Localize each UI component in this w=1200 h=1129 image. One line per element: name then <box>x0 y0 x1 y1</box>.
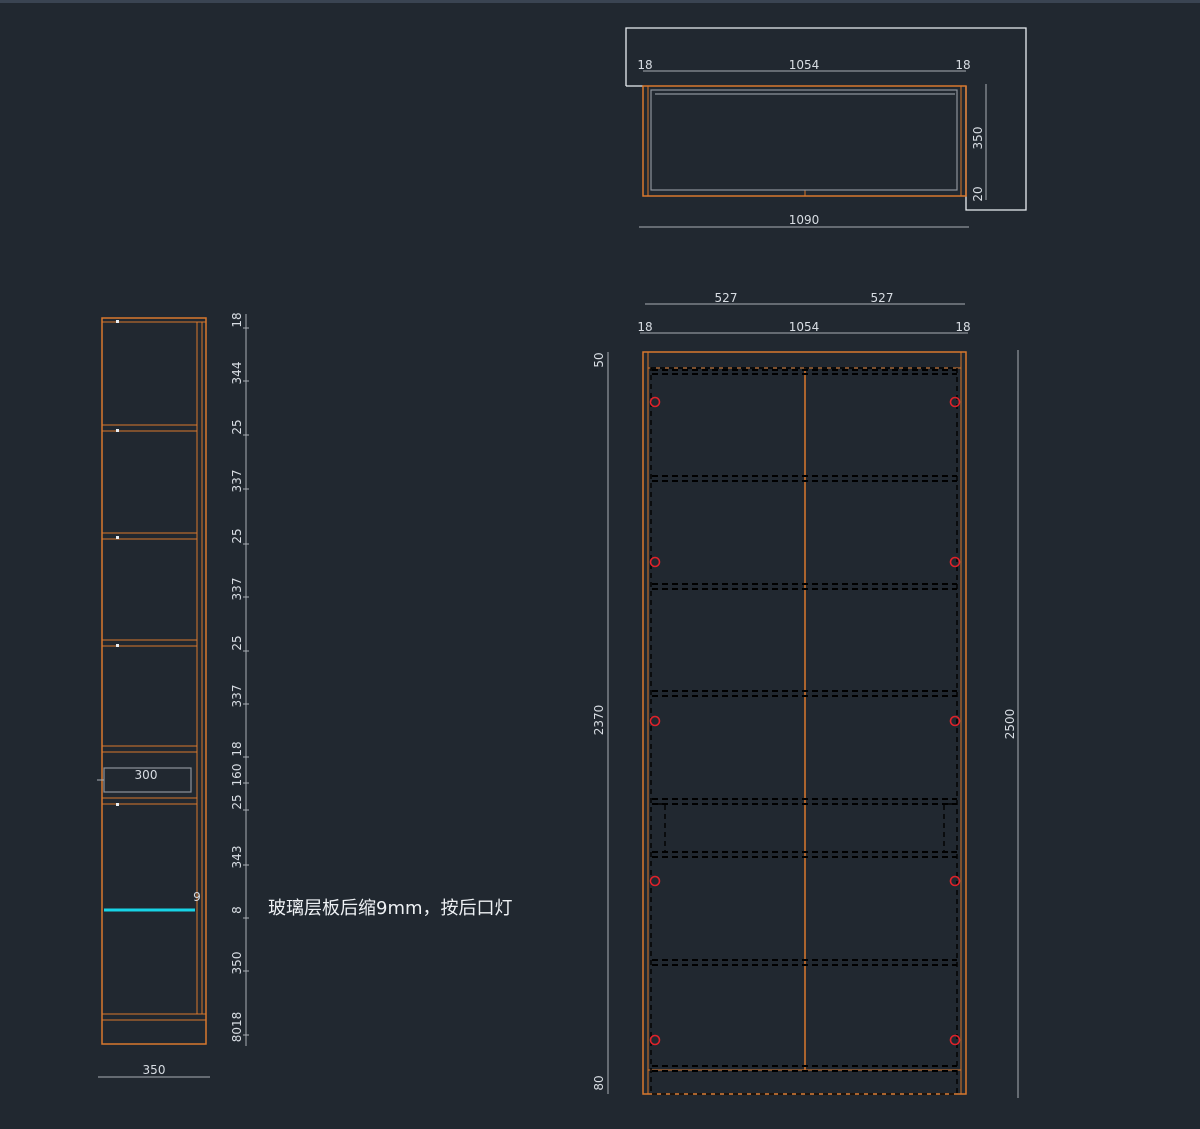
side-shelf <box>101 745 198 753</box>
side-dim-drawer-depth: 300 <box>135 768 158 782</box>
side-dim-glass-setback: 9 <box>193 890 201 904</box>
hinge-icon <box>949 396 961 408</box>
side-vertical-dim-label: 25 <box>230 419 244 434</box>
front-dim-door-height: 2370 <box>592 705 606 736</box>
side-dim-width: 350 <box>143 1063 166 1077</box>
shelf-pin-icon <box>116 644 119 647</box>
side-shelves <box>101 424 207 1021</box>
plan-dim-right-panel: 18 <box>955 58 970 72</box>
shelf-pin-icon <box>116 320 119 323</box>
front-dim-plinth: 80 <box>592 1075 606 1090</box>
side-vertical-dim-label: 18 <box>230 741 244 756</box>
front-dim-total-height: 2500 <box>1003 709 1017 740</box>
hinge-icon <box>949 715 961 727</box>
side-vertical-dim-label: 18 <box>230 312 244 327</box>
glass-shelf-note: 玻璃层板后缩9mm，按后口灯 <box>268 898 513 919</box>
front-dim-top-strip: 50 <box>592 352 606 367</box>
side-vertical-dim-label: 337 <box>230 685 244 708</box>
shelf-pin-icon <box>116 536 119 539</box>
front-elevation-view: 527 527 18 1054 18 50 2370 80 2500 <box>592 291 1019 1098</box>
hinge-icon <box>949 1034 961 1046</box>
hinge-icon <box>649 396 661 408</box>
hinge-icon <box>649 1034 661 1046</box>
hinge-icon <box>649 715 661 727</box>
front-dim-door-left: 527 <box>715 291 738 305</box>
front-dim-inner-width: 1054 <box>789 320 820 334</box>
hinge-icon <box>649 875 661 887</box>
hinge-icon <box>949 875 961 887</box>
plan-inner-box <box>650 89 958 191</box>
side-bottom-panel <box>101 1013 207 1021</box>
top-plan-view: 18 1054 18 1090 350 20 <box>625 27 1027 228</box>
cad-drawing-canvas[interactable]: 18 1054 18 1090 350 20 527 527 18 1054 1… <box>0 0 1200 1129</box>
hinge-icon <box>949 556 961 568</box>
side-vertical-dim-label: 337 <box>230 470 244 493</box>
front-dim-right-panel: 18 <box>955 320 970 334</box>
plan-dim-inner-width: 1054 <box>789 58 820 72</box>
plan-dim-depth: 350 <box>971 127 985 150</box>
side-vertical-dim-label: 344 <box>230 362 244 385</box>
front-dim-left-panel: 18 <box>637 320 652 334</box>
hinge-icon <box>649 556 661 568</box>
hidden-drawer-left <box>657 803 666 853</box>
plan-dim-back-gap: 20 <box>971 186 985 201</box>
shelf-pin-icon <box>116 429 119 432</box>
hidden-drawer-right <box>943 803 952 853</box>
front-dim-door-right: 527 <box>871 291 894 305</box>
plan-carcass-outline <box>642 85 967 197</box>
shelf-pin-icon <box>116 803 119 806</box>
side-section-view: 300 9 350 18 344 25 337 25 337 25 337 18 160 25 343… <box>97 312 249 1078</box>
side-vertical-dim-label: 25 <box>230 794 244 809</box>
side-carcass-outline <box>101 317 207 1045</box>
side-shelf-pins <box>116 320 119 806</box>
side-vertical-dim-label: 160 <box>230 764 244 787</box>
side-vertical-dim-label: 25 <box>230 528 244 543</box>
side-vertical-dim-label: 25 <box>230 635 244 650</box>
plan-dim-overall-width: 1090 <box>789 213 820 227</box>
side-vertical-dim-label: 350 <box>230 952 244 975</box>
side-vertical-dim-label: 343 <box>230 846 244 869</box>
side-vertical-dim-label: 8 <box>230 906 244 914</box>
side-vertical-dim-label: 8018 <box>230 1012 244 1043</box>
plan-dim-left-panel: 18 <box>637 58 652 72</box>
side-vertical-dim-label: 337 <box>230 578 244 601</box>
